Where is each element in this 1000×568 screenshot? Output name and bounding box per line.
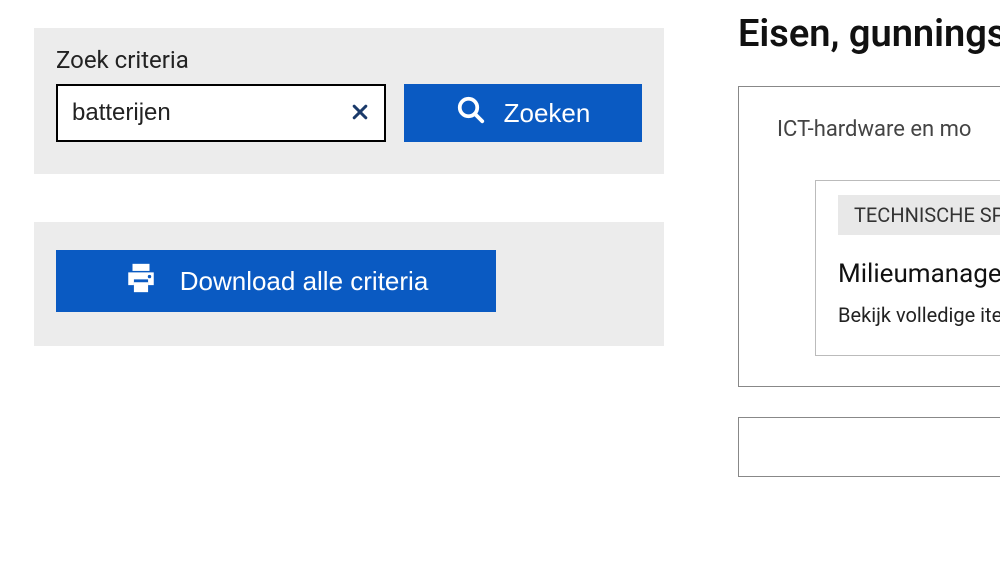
result-card [738, 417, 1000, 477]
search-input-wrap [56, 84, 386, 142]
category-label: ICT-hardware en mo [777, 117, 1000, 142]
download-button-label: Download alle criteria [180, 266, 429, 297]
result-card: ICT-hardware en mo TECHNISCHE SP Milieum… [738, 86, 1000, 387]
search-panel: Zoek criteria [34, 28, 664, 174]
item-title: Milieumanagem [816, 249, 1000, 295]
search-row: Zoeken [56, 84, 642, 142]
result-item-card: TECHNISCHE SP Milieumanagem Bekijk volle… [815, 180, 1000, 356]
download-panel: Download alle criteria [34, 222, 664, 346]
tag-row: TECHNISCHE SP [816, 181, 1000, 249]
close-icon [350, 102, 370, 125]
item-tag: TECHNISCHE SP [838, 195, 1000, 235]
search-button[interactable]: Zoeken [404, 84, 642, 142]
print-icon [124, 261, 158, 302]
item-view-link[interactable]: Bekijk volledige item [816, 295, 1000, 355]
page-title: Eisen, gunnings [738, 12, 1000, 56]
search-label: Zoek criteria [56, 46, 642, 74]
search-input[interactable] [56, 84, 386, 142]
search-button-label: Zoeken [504, 98, 591, 129]
download-button[interactable]: Download alle criteria [56, 250, 496, 312]
results-column: Eisen, gunnings ICT-hardware en mo TECHN… [738, 12, 1000, 477]
search-sidebar: Zoek criteria [34, 28, 664, 346]
clear-search-button[interactable] [342, 95, 378, 131]
search-icon [456, 95, 486, 132]
